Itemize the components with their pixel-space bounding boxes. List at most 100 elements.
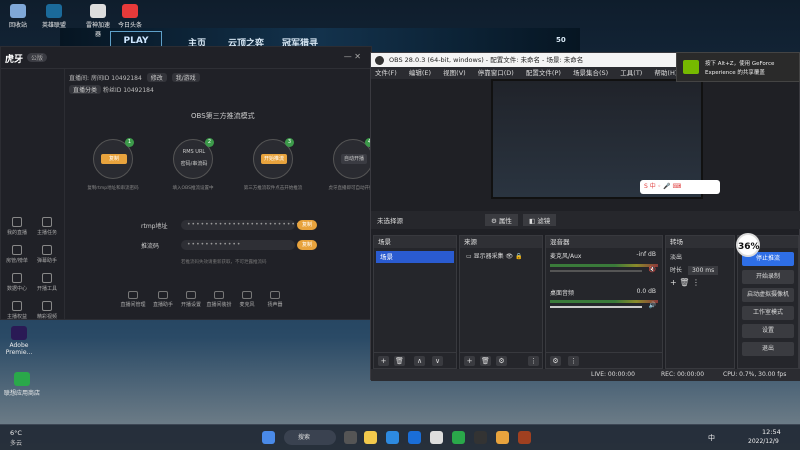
rtmp-field[interactable]: ••••••••••••••••••••••••• — [181, 220, 299, 230]
tool-assistant[interactable]: 直播助手 — [149, 291, 177, 308]
tool-decor[interactable]: 直播间装扮 — [205, 291, 233, 308]
mixer-more-button[interactable]: ⋮ — [568, 356, 579, 366]
clock-time[interactable]: 12:54 — [762, 428, 781, 436]
sources-footer: + 🗑 ⚙ ⋮ — [460, 352, 542, 368]
move-down-button[interactable]: ∨ — [432, 356, 443, 366]
step-4: 4 自动开播 — [333, 138, 374, 179]
edge-icon[interactable] — [386, 431, 399, 444]
source-item[interactable]: ▭ 显示器采集 👁 🔒 — [462, 251, 540, 260]
add-source-button[interactable]: + — [464, 356, 475, 366]
desktop-icon-toutiao[interactable]: 今日头条 — [116, 4, 144, 29]
live-timer: LIVE: 00:00:00 — [591, 371, 635, 378]
weather-temp[interactable]: 6°C — [10, 429, 22, 437]
obs-statusbar: LIVE: 00:00:00 REC: 00:00:00 CPU: 0.7%, … — [371, 369, 800, 381]
sidebar-item-live[interactable]: 我的直播 — [3, 217, 31, 236]
copy-key-button[interactable]: 复制 — [297, 240, 317, 250]
tool-settings[interactable]: 开播设置 — [177, 291, 205, 308]
tool-speaker[interactable]: 扬声器 — [261, 291, 289, 308]
wechat-icon[interactable] — [452, 431, 465, 444]
exit-button[interactable]: 退出 — [742, 342, 794, 356]
transition-select[interactable]: 淡出 — [670, 252, 730, 261]
menu-tools[interactable]: 工具(T) — [620, 69, 642, 77]
obs-taskbar-icon[interactable] — [474, 431, 487, 444]
menu-profile[interactable]: 配置文件(P) — [526, 69, 561, 77]
transition-buttons[interactable]: + 🗑 ⋮ — [670, 278, 730, 287]
taskbar-search[interactable]: 搜索 — [284, 430, 336, 445]
mixer-footer: ⚙ ⋮ — [546, 352, 662, 368]
ime-indicator[interactable]: 中 — [708, 433, 715, 443]
stream-key-field[interactable]: •••••••••••• — [181, 240, 295, 250]
mic-name: 麦克风/Aux — [550, 253, 582, 260]
desktop-volume-slider[interactable] — [550, 306, 642, 308]
sidebar-item-rights[interactable]: 主播权益 — [3, 301, 31, 320]
settings-button[interactable]: 设置 — [742, 324, 794, 338]
source-more-button[interactable]: ⋮ — [528, 356, 539, 366]
desktop-background: PLAY 主页 云顶之弈 冠军猎寻 50 回收站 英雄联盟 雷神加速器 今日头条… — [0, 0, 800, 450]
menu-help[interactable]: 帮助(H) — [654, 69, 677, 77]
start-icon[interactable] — [262, 431, 275, 444]
desktop-icon-lol[interactable]: 英雄联盟 — [40, 4, 68, 29]
mic-volume-slider[interactable] — [550, 270, 642, 272]
sidebar-item-videos[interactable]: 精彩视频 — [33, 301, 61, 320]
game-taskbar-icon[interactable] — [518, 431, 531, 444]
virtual-camera-button[interactable]: 启动虚拟摄像机 — [742, 288, 794, 302]
sogou-ime-bar[interactable]: S 中 ◦ 🎤 ⌨ — [640, 180, 720, 194]
menu-view[interactable]: 视图(V) — [443, 69, 466, 77]
live-category-button[interactable]: 直播分类 — [69, 85, 102, 94]
desktop-icon-lenovo-store[interactable]: 联想应用商店 — [2, 372, 42, 397]
menu-scene-collection[interactable]: 场景集合(S) — [573, 69, 608, 77]
file-explorer-icon[interactable] — [364, 431, 377, 444]
window-controls[interactable]: — ✕ — [344, 52, 361, 61]
properties-button[interactable]: ⚙ 属性 — [485, 214, 518, 226]
scenes-footer: + 🗑 ∧ ∨ — [374, 352, 456, 368]
mixer-settings-button[interactable]: ⚙ — [550, 356, 561, 366]
mixer-channel-mic: 麦克风/Aux -inf dB 🔇 — [546, 248, 662, 288]
huya-taskbar-icon[interactable] — [496, 431, 509, 444]
transitions-dock: 转场 淡出 时长 300 ms + 🗑 ⋮ — [665, 235, 735, 369]
category-select[interactable]: 我/游戏 — [171, 73, 200, 82]
desktop-audio-db: 0.0 dB — [636, 288, 656, 295]
step-3: 3 开始推流 — [253, 138, 294, 179]
source-settings-button[interactable]: ⚙ — [496, 356, 507, 366]
menu-docks[interactable]: 停靠窗口(D) — [478, 69, 514, 77]
task-view-icon[interactable] — [344, 431, 357, 444]
tool-room-manage[interactable]: 直播间管理 — [119, 291, 147, 308]
sidebar-item-admin[interactable]: 房管/榜单 — [3, 245, 31, 264]
mixer-header: 混音器 — [546, 236, 662, 248]
add-scene-button[interactable]: + — [378, 356, 389, 366]
start-recording-button[interactable]: 开始录制 — [742, 270, 794, 284]
scene-item[interactable]: 场景 — [376, 251, 454, 263]
sidebar-item-data[interactable]: 数据中心 — [3, 273, 31, 292]
sidebar-item-tasks[interactable]: 主播任务 — [33, 217, 61, 236]
copy-step-button[interactable]: 复制 — [101, 154, 127, 164]
mic-muted-icon[interactable]: 🔇 — [649, 266, 656, 273]
copy-rtmp-button[interactable]: 复制 — [297, 220, 317, 230]
step-1: 1 复制 — [93, 138, 134, 179]
desktop-icon-premiere[interactable]: Adobe Premie... — [2, 326, 36, 356]
duration-input[interactable]: 300 ms — [687, 266, 719, 275]
filters-button[interactable]: ◧ 滤镜 — [523, 214, 557, 226]
menu-file[interactable]: 文件(F) — [375, 69, 397, 77]
studio-mode-button[interactable]: 工作室模式 — [742, 306, 794, 320]
source-toolbar: 未选择源 ⚙ 属性 ◧ 滤镜 — [371, 211, 800, 229]
tool-mic[interactable]: 麦克风 — [233, 291, 261, 308]
store-icon[interactable] — [408, 431, 421, 444]
desktop-speaker-icon[interactable]: 🔊 — [649, 302, 656, 309]
remove-source-button[interactable]: 🗑 — [480, 356, 491, 366]
step-2: 2 RMS URL 密码/串流码 — [173, 138, 214, 179]
sidebar-item-tools[interactable]: 开播工具 — [33, 273, 61, 292]
desktop-icon-leishen[interactable]: 雷神加速器 — [84, 4, 112, 38]
menu-edit[interactable]: 编辑(E) — [409, 69, 431, 77]
desktop-icon-recycle[interactable]: 回收站 — [4, 4, 32, 29]
app-icon[interactable] — [430, 431, 443, 444]
mic-meter — [550, 264, 658, 267]
sidebar-item-danmu[interactable]: 弹幕助手 — [33, 245, 61, 264]
mic-db: -inf dB — [636, 251, 656, 258]
edit-button[interactable]: 修改 — [146, 73, 167, 82]
key-label: 推流码 — [141, 243, 160, 250]
move-up-button[interactable]: ∧ — [414, 356, 425, 366]
start-push-step-button[interactable]: 开始推流 — [261, 154, 287, 164]
room-info-bar: 直播间: 房间ID 10492184 修改 我/游戏 — [69, 73, 200, 82]
cpu-stats: CPU: 0.7%, 30.00 fps — [723, 371, 787, 378]
remove-scene-button[interactable]: 🗑 — [394, 356, 405, 366]
